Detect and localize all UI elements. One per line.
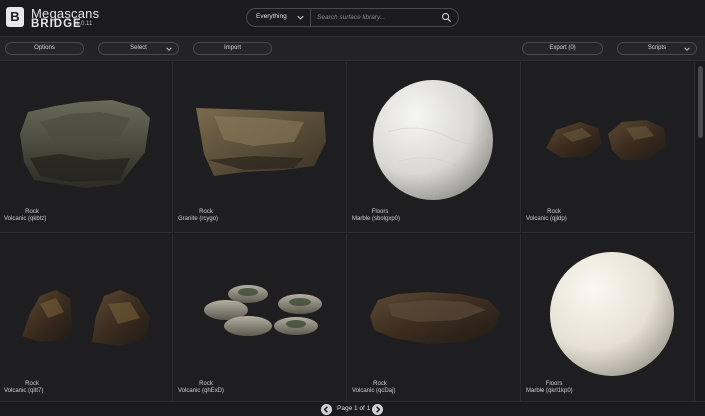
scripts-dropdown[interactable]: Scripts <box>617 42 697 55</box>
select-dropdown[interactable]: Select <box>98 42 179 55</box>
asset-tile[interactable]: Rock Volcanic (qitt7) <box>0 234 173 401</box>
brand-version: 1.0.11 <box>76 21 93 27</box>
export-button[interactable]: Export (0) <box>522 42 603 55</box>
search-bar: Everything <box>246 8 459 27</box>
asset-name: Volcanic (qhExD) <box>178 388 225 394</box>
asset-name: Marble (qkrl1kp0) <box>526 388 573 394</box>
brand-product: BRIDGE <box>31 18 82 30</box>
asset-name: Marble (sbolgxp0) <box>352 216 401 222</box>
asset-thumbnail <box>550 252 674 376</box>
pagination-bar: Page 1 of 1 <box>0 401 705 416</box>
chevron-down-icon <box>166 47 172 51</box>
asset-category: Rock <box>199 381 213 387</box>
asset-thumbnail <box>373 80 493 200</box>
import-button[interactable]: Import <box>193 42 272 55</box>
app-header: B Megascans BRIDGE 1.0.11 Everything <box>0 0 705 36</box>
asset-category: Floors <box>545 381 563 387</box>
asset-tile[interactable]: Rock Volcanic (qkbtz) <box>0 62 173 233</box>
asset-thumbnail <box>22 290 150 346</box>
scrollbar[interactable] <box>696 62 705 401</box>
asset-thumbnail <box>196 108 326 176</box>
asset-category: Rock <box>373 381 387 387</box>
search-input[interactable] <box>317 11 435 24</box>
page-indicator: Page 1 of 1 <box>337 405 371 412</box>
asset-name: Volcanic (qkbtz) <box>4 216 47 222</box>
asset-name: Volcanic (qjldp) <box>526 216 567 222</box>
asset-name: Granite (rcygo) <box>178 216 219 222</box>
asset-thumbnail <box>20 100 150 188</box>
prev-page-icon[interactable] <box>321 404 332 415</box>
options-button[interactable]: Options <box>5 42 84 55</box>
asset-tile[interactable]: Rock Volcanic (qcDaj) <box>348 234 521 401</box>
asset-tile[interactable]: Rock Volcanic (qjldp) <box>522 62 695 233</box>
toolbar: Options Select Import Export (0) Scripts <box>0 36 705 61</box>
asset-thumbnail <box>204 285 322 336</box>
asset-name: Volcanic (qitt7) <box>4 388 44 394</box>
scripts-label: Scripts <box>647 45 667 51</box>
asset-category: Rock <box>25 209 39 215</box>
filter-dropdown[interactable]: Everything <box>247 9 311 26</box>
asset-tile[interactable]: Floors Marble (qkrl1kp0) <box>522 234 695 401</box>
asset-thumbnail <box>370 292 500 344</box>
scroll-thumb[interactable] <box>698 66 703 138</box>
asset-name: Volcanic (qcDaj) <box>352 388 396 394</box>
asset-thumbnail <box>546 120 666 160</box>
asset-tile[interactable]: Rock Volcanic (qhExD) <box>174 234 347 401</box>
asset-tile[interactable]: Rock Granite (rcygo) <box>174 62 347 233</box>
asset-category: Floors <box>371 209 389 215</box>
chevron-down-icon <box>684 47 690 51</box>
chevron-down-icon <box>297 15 304 20</box>
search-icon[interactable] <box>441 12 452 23</box>
filter-value: Everything <box>256 13 287 20</box>
asset-grid: Rock Volcanic (qkbtz) Rock Granite (rcyg… <box>0 62 696 401</box>
next-page-icon[interactable] <box>372 404 383 415</box>
select-label: Select <box>130 45 147 51</box>
asset-category: Rock <box>199 209 213 215</box>
bridge-logo-icon: B <box>6 7 24 27</box>
asset-category: Rock <box>547 209 561 215</box>
asset-category: Rock <box>25 381 39 387</box>
asset-tile[interactable]: Floors Marble (sbolgxp0) <box>348 62 521 233</box>
